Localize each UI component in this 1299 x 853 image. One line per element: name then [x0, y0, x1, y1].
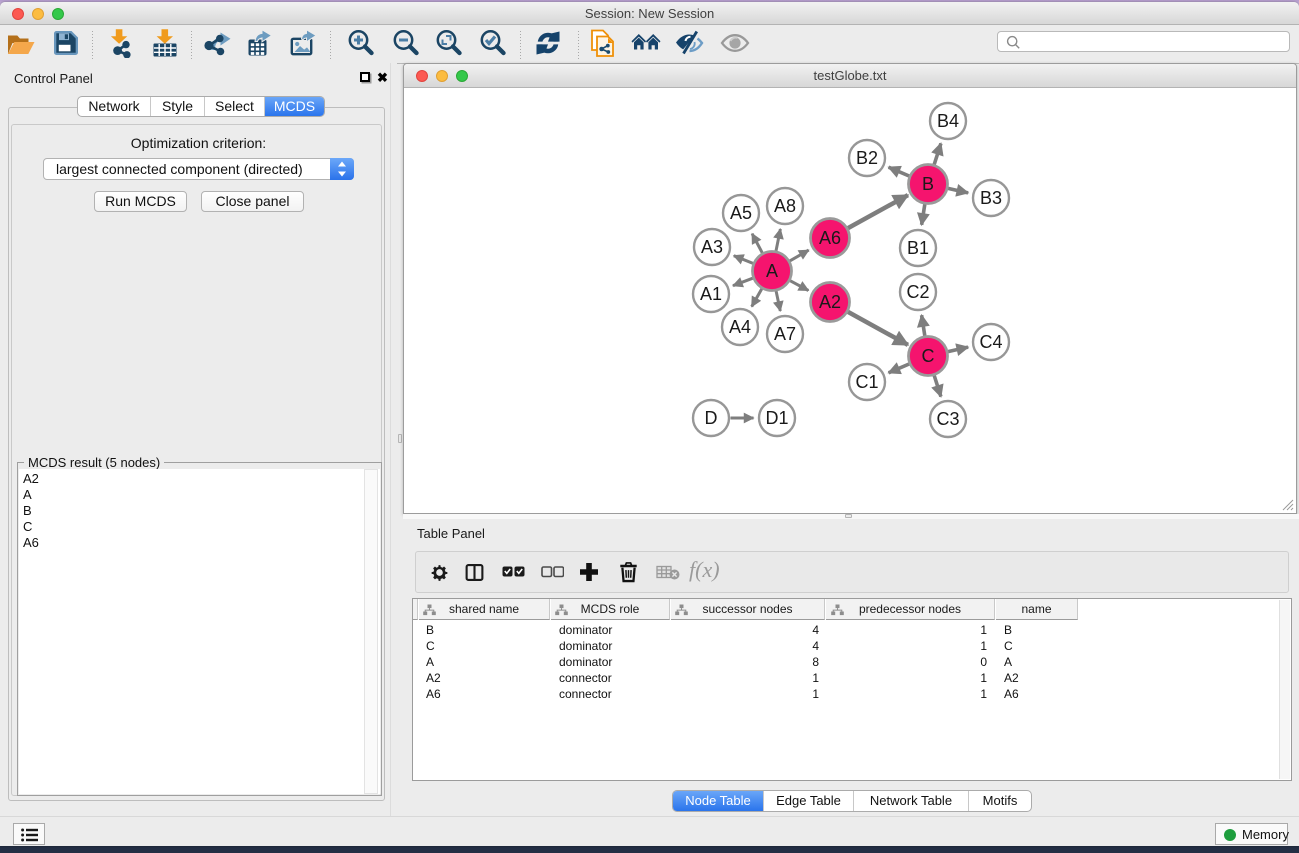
svg-text:C4: C4: [979, 332, 1002, 352]
svg-text:A2: A2: [819, 292, 841, 312]
svg-text:A: A: [766, 261, 778, 281]
svg-text:C: C: [922, 346, 935, 366]
svg-text:A7: A7: [774, 324, 796, 344]
svg-text:D1: D1: [765, 408, 788, 428]
svg-text:A8: A8: [774, 196, 796, 216]
svg-text:B4: B4: [937, 111, 959, 131]
svg-text:A3: A3: [701, 237, 723, 257]
svg-text:A4: A4: [729, 317, 751, 337]
svg-text:A5: A5: [730, 203, 752, 223]
svg-text:B3: B3: [980, 188, 1002, 208]
svg-text:B: B: [922, 174, 934, 194]
svg-text:A1: A1: [700, 284, 722, 304]
svg-text:B2: B2: [856, 148, 878, 168]
svg-text:C1: C1: [855, 372, 878, 392]
svg-text:B1: B1: [907, 238, 929, 258]
svg-text:C3: C3: [936, 409, 959, 429]
svg-text:C2: C2: [906, 282, 929, 302]
svg-text:D: D: [705, 408, 718, 428]
svg-text:A6: A6: [819, 228, 841, 248]
